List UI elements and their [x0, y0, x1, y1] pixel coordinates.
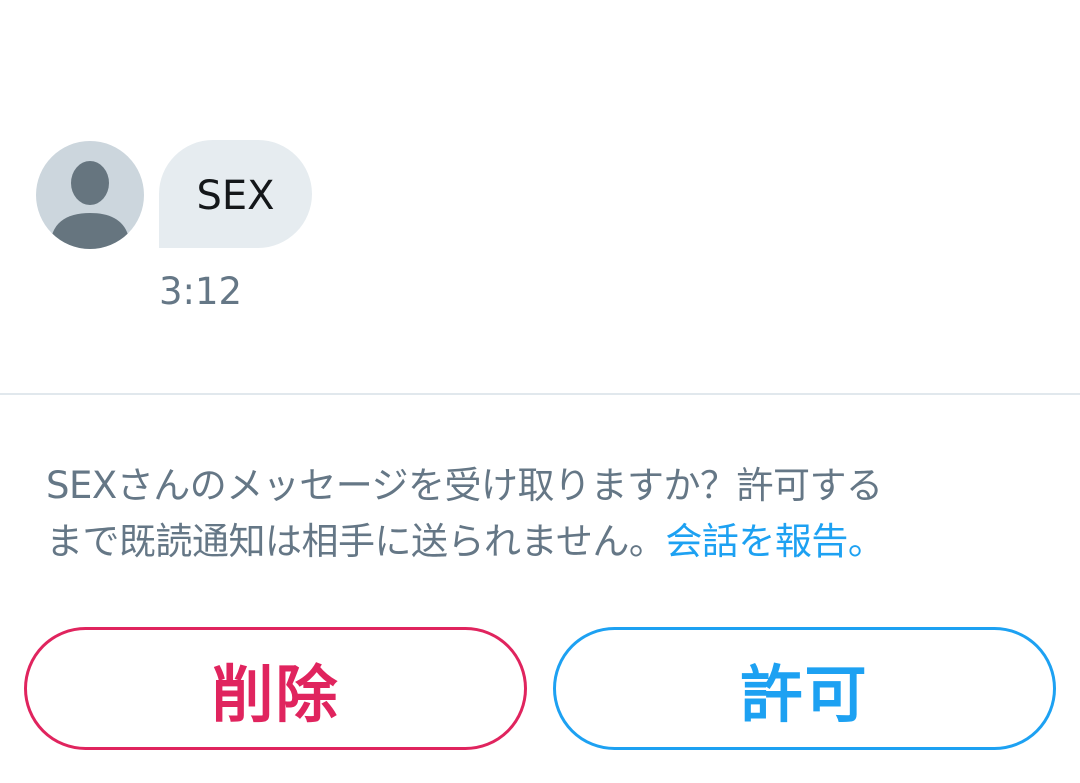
message-request-prompt: SEXさんのメッセージを受け取りますか？許可する まで既読通知は相手に送られませ… — [46, 458, 1046, 570]
report-conversation-link[interactable]: 会話を報告。 — [665, 520, 885, 563]
delete-button[interactable]: 削除 — [24, 627, 527, 750]
message-bubble[interactable]: SEX — [159, 140, 312, 248]
prompt-line-1: SEXさんのメッセージを受け取りますか？許可する — [46, 464, 883, 507]
default-profile-icon — [50, 161, 130, 249]
message-text: SEX — [196, 173, 275, 219]
prompt-line-2-text: まで既読通知は相手に送られません。 — [46, 520, 666, 563]
message-timestamp: 3:12 — [159, 270, 243, 313]
sender-avatar[interactable] — [36, 141, 144, 249]
prompt-line-2: まで既読通知は相手に送られません。会話を報告。 — [46, 514, 1046, 570]
allow-button[interactable]: 許可 — [553, 627, 1056, 750]
delete-button-label: 削除 — [211, 657, 340, 731]
divider — [0, 393, 1080, 395]
allow-button-label: 許可 — [740, 657, 869, 731]
